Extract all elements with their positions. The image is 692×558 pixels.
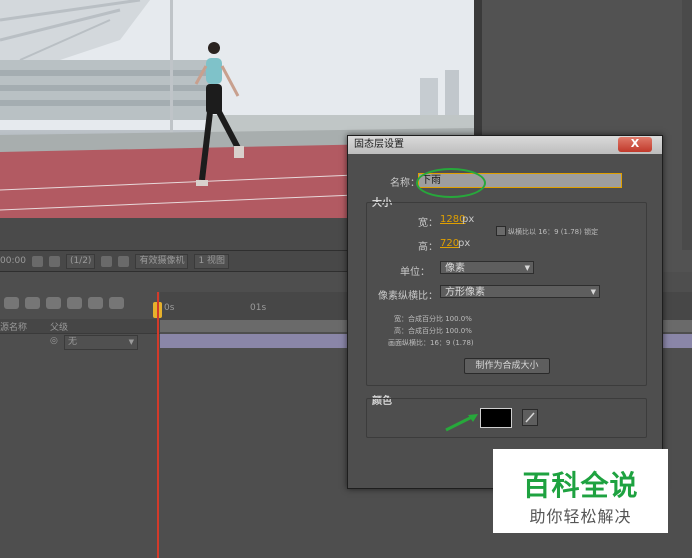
- playhead-line: [157, 292, 159, 558]
- solid-settings-dialog: 固态层设置 X 名称： 下雨 大小 宽： 1280 px 纵横比以 16：9 (…: [347, 135, 663, 489]
- color-swatch[interactable]: [480, 408, 512, 428]
- annotation-circle: [416, 168, 486, 198]
- dialog-title: 固态层设置: [354, 139, 404, 150]
- watermark-title: 百科全说: [522, 469, 639, 502]
- panel-scrollbar[interactable]: [682, 0, 692, 250]
- search-icon[interactable]: [4, 297, 19, 309]
- composition-toolbar: 00:00 (1/2) 有效摄像机 1 视图: [0, 250, 350, 272]
- units-label: 单位：: [400, 267, 430, 278]
- width-label: 宽：: [418, 218, 438, 229]
- make-comp-size-button[interactable]: 制作为合成大小: [464, 358, 550, 374]
- motion-blur-icon[interactable]: [67, 297, 82, 309]
- timeline-tools: [0, 290, 159, 316]
- units-select[interactable]: 像素 ▼: [440, 261, 534, 274]
- layer-row[interactable]: ◎ 无 ▼: [0, 334, 160, 350]
- height-label: 高：: [418, 242, 438, 253]
- resolution-select[interactable]: (1/2): [65, 253, 96, 269]
- frame-blending-icon[interactable]: [46, 297, 61, 309]
- color-channel-icon[interactable]: [48, 255, 60, 267]
- units-select-value: 像素: [445, 263, 465, 274]
- views-select[interactable]: 1 视图: [194, 253, 230, 269]
- watermark-subtitle: 助你轻松解决: [529, 507, 632, 526]
- region-icon[interactable]: [101, 255, 113, 267]
- time-tick: 0s: [164, 303, 175, 313]
- pixel-aspect-label: 像素纵横比：: [378, 291, 438, 302]
- time-tick: 01s: [250, 303, 267, 313]
- timecode[interactable]: 00:00: [0, 256, 26, 266]
- info-frame-aspect: 画面纵横比：16：9 (1.78): [388, 339, 474, 347]
- chevron-down-icon: ▼: [128, 338, 134, 346]
- height-unit: px: [458, 238, 471, 249]
- shy-layers-icon[interactable]: [25, 297, 40, 309]
- graph-editor-icon[interactable]: [88, 297, 103, 309]
- chevron-down-icon: ▼: [524, 264, 530, 272]
- eyedropper-icon[interactable]: [522, 409, 538, 426]
- close-button[interactable]: X: [618, 137, 652, 152]
- watermark-logo: 百科全说 助你轻松解决: [493, 449, 668, 533]
- pixel-aspect-select[interactable]: 方形像素 ▼: [440, 285, 600, 298]
- brainstorm-icon[interactable]: [109, 297, 124, 309]
- source-name-column[interactable]: 源名称: [0, 320, 27, 333]
- annotation-arrow-icon: [445, 414, 478, 432]
- dialog-titlebar[interactable]: 固态层设置 X: [348, 136, 662, 154]
- chevron-down-icon: ▼: [590, 288, 596, 296]
- height-value[interactable]: 720: [440, 238, 459, 249]
- parent-column[interactable]: 父级: [50, 320, 68, 333]
- info-width: 宽：合成百分比 100.0%: [394, 315, 472, 323]
- pixel-aspect-value: 方形像素: [445, 287, 485, 298]
- grid-icon[interactable]: [118, 255, 130, 267]
- info-height: 高：合成百分比 100.0%: [394, 327, 472, 335]
- lock-aspect-checkbox[interactable]: [496, 226, 506, 236]
- camera-select[interactable]: 有效摄像机: [135, 253, 189, 269]
- layer-column-header: 源名称 父级: [0, 319, 160, 334]
- camera-icon[interactable]: [31, 255, 43, 267]
- lock-aspect-label: 纵横比以 16：9 (1.78) 锁定: [508, 228, 599, 236]
- width-unit: px: [462, 214, 475, 225]
- parent-select-value: 无: [68, 337, 78, 347]
- parent-select[interactable]: 无 ▼: [64, 335, 138, 350]
- pickwhip-icon[interactable]: ◎: [50, 336, 58, 346]
